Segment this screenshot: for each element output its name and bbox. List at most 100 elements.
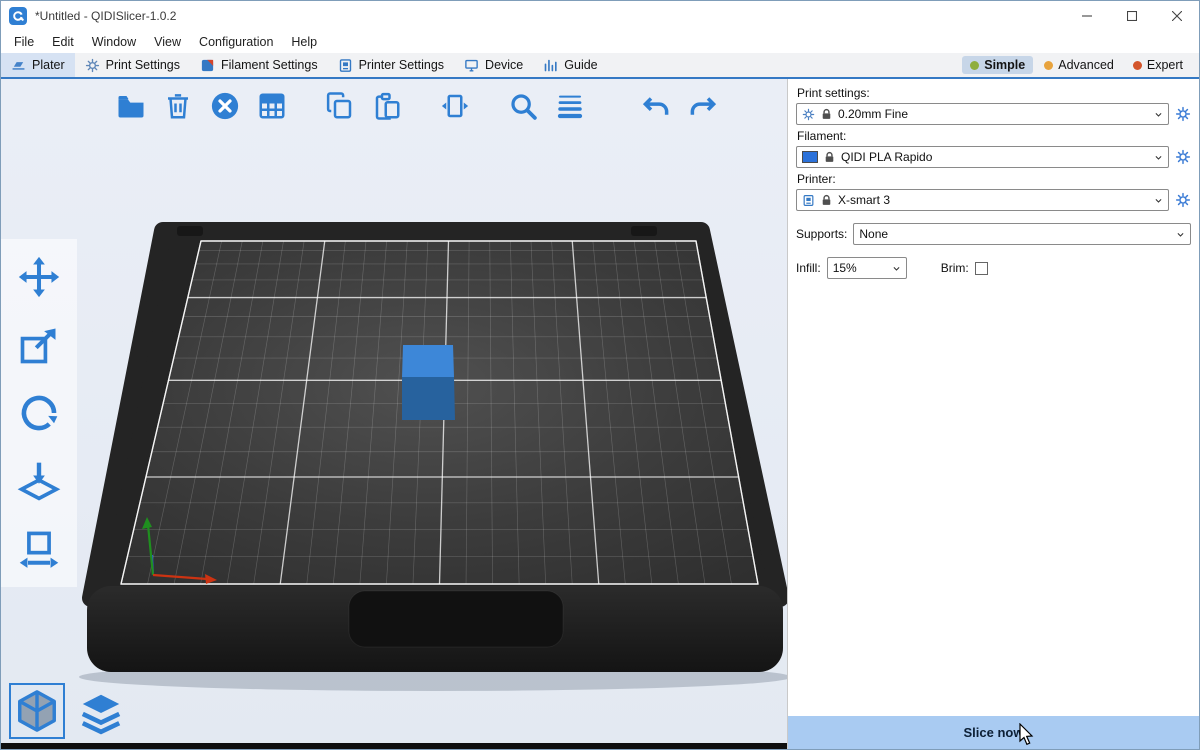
filament-label: Filament: bbox=[797, 129, 1190, 143]
viewport-bottom-bar bbox=[1, 743, 787, 749]
brim-label: Brim: bbox=[941, 261, 969, 275]
menu-edit[interactable]: Edit bbox=[43, 31, 83, 53]
rotate-icon bbox=[17, 391, 61, 435]
place-on-face-tool-button[interactable] bbox=[13, 457, 65, 505]
bed-clip-left bbox=[177, 226, 203, 236]
guide-icon bbox=[543, 58, 558, 73]
print-settings-gear-button[interactable] bbox=[1175, 106, 1191, 122]
titlebar: *Untitled - QIDISlicer-1.0.2 bbox=[1, 1, 1199, 31]
expert-mode-dot-icon bbox=[1133, 61, 1142, 70]
model-cube[interactable] bbox=[402, 345, 455, 420]
tab-guide[interactable]: Guide bbox=[533, 53, 607, 77]
tab-filament-settings[interactable]: Filament Settings bbox=[190, 53, 328, 77]
close-button[interactable] bbox=[1154, 1, 1199, 31]
print-settings-value: 0.20mm Fine bbox=[838, 107, 1149, 121]
chevron-down-icon bbox=[892, 264, 901, 273]
minimize-button[interactable] bbox=[1064, 1, 1109, 31]
copy-icon bbox=[325, 91, 355, 121]
print-settings-combo[interactable]: 0.20mm Fine bbox=[796, 103, 1169, 125]
filament-gear-button[interactable] bbox=[1175, 149, 1191, 165]
tab-label: Device bbox=[485, 58, 523, 72]
scale-tool-button[interactable] bbox=[13, 321, 65, 369]
chevron-down-icon bbox=[1176, 230, 1185, 239]
add-object-button[interactable] bbox=[113, 87, 149, 125]
filament-icon bbox=[200, 58, 215, 73]
view-toolbar bbox=[9, 683, 127, 739]
tab-label: Filament Settings bbox=[221, 58, 318, 72]
tab-print-settings[interactable]: Print Settings bbox=[75, 53, 190, 77]
variable-layer-height-button[interactable] bbox=[552, 87, 588, 125]
plater-icon bbox=[11, 58, 26, 73]
editor-view-button[interactable] bbox=[9, 683, 65, 739]
infill-combo[interactable]: 15% bbox=[827, 257, 907, 279]
window-title: *Untitled - QIDISlicer-1.0.2 bbox=[35, 9, 176, 23]
supports-combo[interactable]: None bbox=[853, 223, 1191, 245]
rotate-tool-button[interactable] bbox=[13, 389, 65, 437]
app-logo-icon bbox=[9, 7, 27, 25]
tab-plater[interactable]: Plater bbox=[1, 53, 75, 77]
right-panel: Print settings: 0.20mm Fine Filament: QI… bbox=[787, 79, 1199, 749]
filament-combo[interactable]: QIDI PLA Rapido bbox=[796, 146, 1169, 168]
folder-open-icon bbox=[116, 91, 146, 121]
chevron-down-icon bbox=[1154, 153, 1163, 162]
flatten-icon bbox=[17, 459, 61, 503]
mode-expert[interactable]: Expert bbox=[1125, 56, 1191, 74]
paste-icon bbox=[372, 91, 402, 121]
printer-label: Printer: bbox=[797, 172, 1190, 186]
redo-icon bbox=[688, 91, 718, 121]
slice-now-button[interactable]: Slice now bbox=[788, 716, 1199, 749]
printer-icon bbox=[338, 58, 353, 73]
chevron-down-icon bbox=[1154, 110, 1163, 119]
mirror-tool-button[interactable] bbox=[13, 525, 65, 573]
delete-button[interactable] bbox=[160, 87, 196, 125]
mode-simple[interactable]: Simple bbox=[962, 56, 1033, 74]
maximize-button[interactable] bbox=[1109, 1, 1154, 31]
top-toolbar bbox=[113, 87, 721, 125]
undo-icon bbox=[641, 91, 671, 121]
menu-window[interactable]: Window bbox=[83, 31, 145, 53]
lock-icon bbox=[820, 194, 833, 207]
advanced-mode-dot-icon bbox=[1044, 61, 1053, 70]
undo-button[interactable] bbox=[638, 87, 674, 125]
gear-icon bbox=[802, 108, 815, 121]
delete-all-button[interactable] bbox=[207, 87, 243, 125]
fill-bed-button[interactable] bbox=[437, 87, 473, 125]
mode-advanced[interactable]: Advanced bbox=[1036, 56, 1122, 74]
supports-value: None bbox=[859, 227, 1171, 241]
move-tool-button[interactable] bbox=[13, 253, 65, 301]
search-button[interactable] bbox=[505, 87, 541, 125]
chevron-down-icon bbox=[1154, 196, 1163, 205]
mode-switcher: Simple Advanced Expert bbox=[962, 53, 1199, 77]
redo-button[interactable] bbox=[685, 87, 721, 125]
arrange-button[interactable] bbox=[254, 87, 290, 125]
menu-file[interactable]: File bbox=[5, 31, 43, 53]
bed-handle-notch bbox=[349, 591, 563, 647]
menu-view[interactable]: View bbox=[145, 31, 190, 53]
bed-3d-scene[interactable] bbox=[1, 79, 787, 749]
circle-x-icon bbox=[210, 91, 240, 121]
viewport-3d[interactable] bbox=[1, 79, 787, 749]
tabbar: Plater Print Settings Filament Settings … bbox=[1, 53, 1199, 79]
menu-configuration[interactable]: Configuration bbox=[190, 31, 282, 53]
scale-icon bbox=[17, 323, 61, 367]
tab-printer-settings[interactable]: Printer Settings bbox=[328, 53, 454, 77]
lock-icon bbox=[820, 108, 833, 121]
layers-stack-icon bbox=[78, 690, 124, 736]
printer-combo[interactable]: X-smart 3 bbox=[796, 189, 1169, 211]
printer-gear-button[interactable] bbox=[1175, 192, 1191, 208]
preview-view-button[interactable] bbox=[75, 687, 127, 739]
printer-icon bbox=[802, 194, 815, 207]
tab-label: Printer Settings bbox=[359, 58, 444, 72]
left-toolbar bbox=[1, 239, 77, 587]
tab-device[interactable]: Device bbox=[454, 53, 533, 77]
tab-label: Print Settings bbox=[106, 58, 180, 72]
device-icon bbox=[464, 58, 479, 73]
tab-label: Guide bbox=[564, 58, 597, 72]
move-arrows-icon bbox=[17, 255, 61, 299]
brim-checkbox[interactable] bbox=[975, 262, 988, 275]
app-window: *Untitled - QIDISlicer-1.0.2 File Edit W… bbox=[0, 0, 1200, 750]
menu-help[interactable]: Help bbox=[282, 31, 326, 53]
paste-button[interactable] bbox=[369, 87, 405, 125]
copy-button[interactable] bbox=[322, 87, 358, 125]
infill-brim-row: Infill: 15% Brim: bbox=[796, 257, 1191, 279]
